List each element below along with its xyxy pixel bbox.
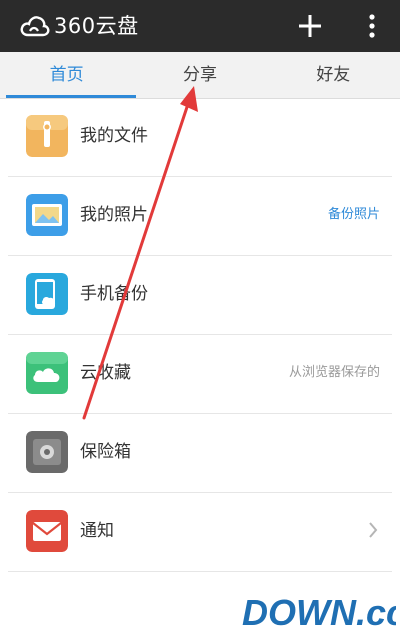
tab-bar: 首页 分享 好友 — [0, 52, 400, 99]
watermark-logo: DOWN.cc — [238, 589, 396, 633]
list-item-label: 手机备份 — [80, 284, 148, 304]
list-item-label: 通知 — [80, 521, 114, 541]
tab-home[interactable]: 首页 — [0, 52, 133, 98]
browser-saved-hint: 从浏览器保存的 — [288, 365, 380, 380]
top-bar: 360云盘 — [0, 0, 400, 52]
plus-icon[interactable] — [296, 12, 324, 40]
backup-photos-link[interactable]: 备份照片 — [328, 205, 380, 225]
app-root: 360云盘 首页 分享 好友 我的文件 我的照片 备份照片 手机备份 云收藏 从… — [0, 0, 400, 635]
list-item-safe-box[interactable]: 保险箱 — [8, 414, 392, 493]
list-item-label: 我的文件 — [80, 126, 148, 146]
mail-icon — [26, 510, 68, 552]
phone-backup-icon — [26, 273, 68, 315]
list-item-label: 我的照片 — [80, 205, 148, 225]
watermark-text: DOWN.cc — [242, 592, 396, 633]
more-vertical-icon[interactable] — [362, 12, 382, 40]
chevron-right-icon — [369, 522, 378, 538]
safe-icon — [26, 431, 68, 473]
list-item-my-files[interactable]: 我的文件 — [8, 98, 392, 177]
tab-share[interactable]: 分享 — [133, 52, 266, 98]
list-item-cloud-favorites[interactable]: 云收藏 从浏览器保存的 — [8, 335, 392, 414]
list-item-label: 保险箱 — [80, 442, 131, 462]
list-item-my-photos[interactable]: 我的照片 备份照片 — [8, 177, 392, 256]
list-item-label: 云收藏 — [80, 363, 131, 383]
main-list: 我的文件 我的照片 备份照片 手机备份 云收藏 从浏览器保存的 保险箱 通知 — [0, 98, 400, 572]
tab-friends[interactable]: 好友 — [267, 52, 400, 98]
cloud-logo-icon — [20, 16, 50, 37]
app-title: 360云盘 — [54, 14, 139, 38]
photo-icon — [26, 194, 68, 236]
list-item-phone-backup[interactable]: 手机备份 — [8, 256, 392, 335]
folder-icon — [26, 115, 68, 157]
list-item-notifications[interactable]: 通知 — [8, 493, 392, 572]
cloud-icon — [26, 352, 68, 394]
